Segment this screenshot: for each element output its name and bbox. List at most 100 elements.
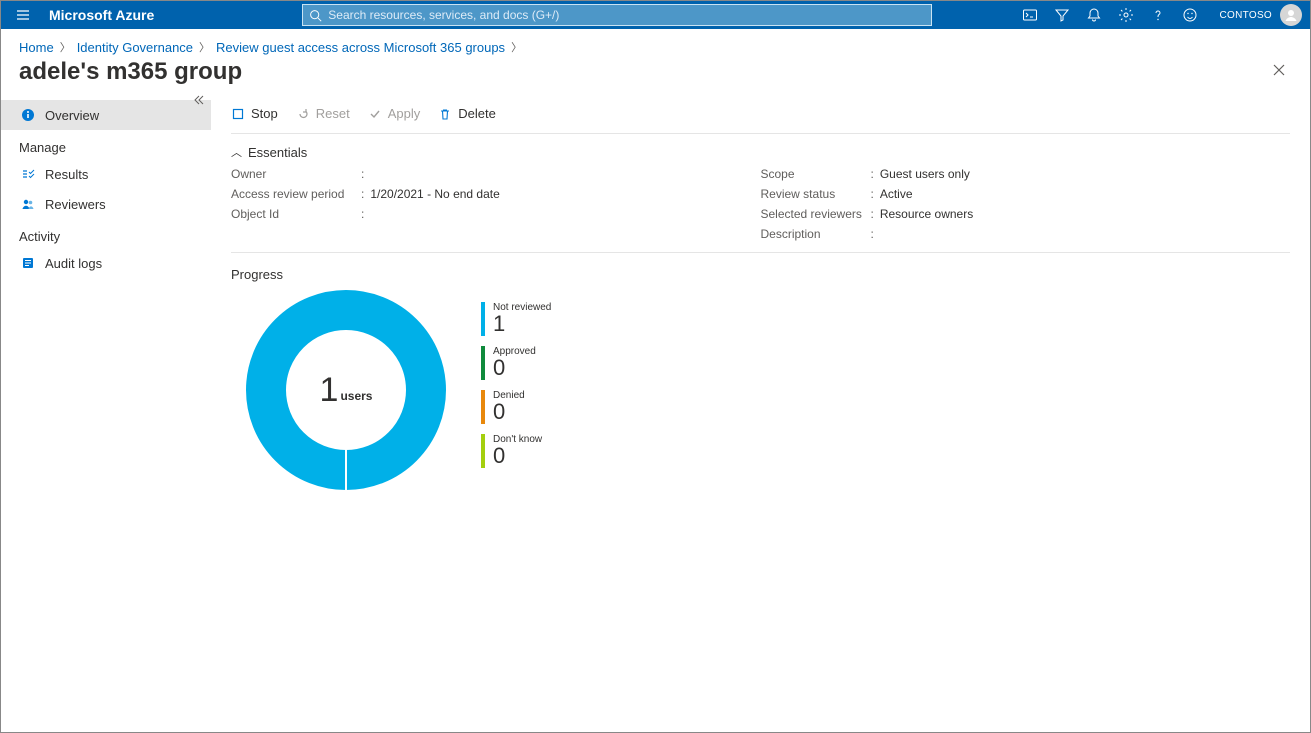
cloud-shell-button[interactable] (1014, 1, 1046, 29)
gear-icon (1118, 7, 1134, 23)
essentials-label: Essentials (248, 145, 307, 160)
essentials-panel: Owner : Access review period : 1/20/2021… (231, 164, 1290, 253)
field-value: Resource owners (880, 207, 973, 221)
sidebar-collapse-button[interactable] (193, 94, 205, 109)
breadcrumb-identity-governance[interactable]: Identity Governance (77, 40, 193, 55)
audit-logs-icon (19, 256, 37, 270)
blade-content: Stop Reset Apply Delete ︿ Essentials (211, 94, 1310, 729)
stop-button[interactable]: Stop (231, 106, 278, 121)
page-header: adele's m365 group (1, 57, 1310, 94)
sidebar-item-label: Overview (45, 108, 99, 123)
field-value: Guest users only (880, 167, 970, 181)
sidebar-heading-activity: Activity (1, 219, 211, 248)
field-label: Review status (761, 187, 871, 201)
essentials-owner: Owner : (231, 164, 761, 184)
info-icon (19, 108, 37, 122)
field-value: Active (880, 187, 913, 201)
chevron-up-icon: ︿ (231, 144, 242, 160)
stop-icon (231, 107, 245, 121)
button-label: Reset (316, 106, 350, 121)
donut-total: 1 (320, 371, 339, 410)
field-label: Object Id (231, 207, 361, 221)
essentials-description: Description : (761, 224, 1291, 244)
reset-icon (296, 107, 310, 121)
breadcrumb-home[interactable]: Home (19, 40, 54, 55)
sidebar-item-overview[interactable]: Overview (1, 100, 211, 130)
essentials-scope: Scope : Guest users only (761, 164, 1291, 184)
breadcrumb-review-guest-access[interactable]: Review guest access across Microsoft 365… (216, 40, 505, 55)
global-search[interactable]: Search resources, services, and docs (G+… (302, 4, 932, 26)
smiley-icon (1182, 7, 1198, 23)
account-avatar[interactable] (1280, 4, 1302, 26)
notifications-button[interactable] (1078, 1, 1110, 29)
menu-icon (15, 7, 31, 23)
directory-filter-button[interactable] (1046, 1, 1078, 29)
essentials-status: Review status : Active (761, 184, 1291, 204)
bell-icon (1086, 7, 1102, 23)
filter-icon (1054, 7, 1070, 23)
results-icon (19, 167, 37, 181)
feedback-button[interactable] (1174, 1, 1206, 29)
reviewers-icon (19, 197, 37, 211)
tenant-label[interactable]: CONTOSO (1206, 10, 1280, 21)
help-button[interactable] (1142, 1, 1174, 29)
page-title: adele's m365 group (19, 58, 242, 86)
legend-value: 0 (493, 401, 525, 423)
close-button[interactable] (1266, 57, 1292, 86)
legend-swatch (481, 346, 485, 380)
reset-button[interactable]: Reset (296, 106, 350, 121)
sidebar-item-label: Audit logs (45, 256, 102, 271)
legend-swatch (481, 302, 485, 336)
help-icon (1150, 7, 1166, 23)
delete-button[interactable]: Delete (438, 106, 496, 121)
legend-dont-know: Don't know 0 (481, 434, 551, 468)
legend-value: 0 (493, 357, 536, 379)
essentials-period: Access review period : 1/20/2021 - No en… (231, 184, 761, 204)
field-label: Scope (761, 167, 871, 181)
field-value: 1/20/2021 - No end date (370, 187, 499, 201)
sidebar-item-results[interactable]: Results (1, 159, 211, 189)
blade-sidebar: Overview Manage Results Reviewers Activi… (1, 94, 211, 729)
essentials-toggle[interactable]: ︿ Essentials (231, 134, 1290, 164)
sidebar-item-reviewers[interactable]: Reviewers (1, 189, 211, 219)
apply-button[interactable]: Apply (368, 106, 421, 121)
sidebar-item-label: Reviewers (45, 197, 106, 212)
field-label: Access review period (231, 187, 361, 201)
search-icon (309, 9, 322, 22)
chevron-left-double-icon (193, 94, 205, 106)
close-icon (1272, 63, 1286, 77)
chevron-right-icon: 〉 (199, 39, 210, 55)
check-icon (368, 107, 382, 121)
settings-button[interactable] (1110, 1, 1142, 29)
progress-title: Progress (231, 267, 1290, 282)
chevron-right-icon: 〉 (60, 39, 71, 55)
progress-panel: 1 users Not reviewed 1 Approved (231, 290, 1290, 490)
command-bar: Stop Reset Apply Delete (231, 94, 1290, 134)
person-icon (1283, 7, 1299, 23)
topbar: Microsoft Azure Search resources, servic… (1, 1, 1310, 29)
trash-icon (438, 107, 452, 121)
chevron-right-icon: 〉 (511, 39, 522, 55)
progress-legend: Not reviewed 1 Approved 0 Denied 0 (481, 302, 551, 478)
progress-donut-chart: 1 users (246, 290, 446, 490)
topbar-actions: CONTOSO (1014, 1, 1310, 29)
field-label: Owner (231, 167, 361, 181)
legend-value: 0 (493, 445, 542, 467)
button-label: Delete (458, 106, 496, 121)
legend-denied: Denied 0 (481, 390, 551, 424)
field-label: Selected reviewers (761, 207, 871, 221)
legend-approved: Approved 0 (481, 346, 551, 380)
essentials-reviewers: Selected reviewers : Resource owners (761, 204, 1291, 224)
donut-unit: users (340, 389, 372, 403)
essentials-objectid: Object Id : (231, 204, 761, 224)
search-placeholder: Search resources, services, and docs (G+… (328, 8, 559, 22)
sidebar-heading-manage: Manage (1, 130, 211, 159)
sidebar-item-audit-logs[interactable]: Audit logs (1, 248, 211, 278)
legend-swatch (481, 390, 485, 424)
brand-label[interactable]: Microsoft Azure (45, 1, 162, 29)
legend-value: 1 (493, 313, 551, 335)
button-label: Apply (388, 106, 421, 121)
hamburger-menu[interactable] (1, 1, 45, 29)
field-label: Description (761, 227, 871, 241)
button-label: Stop (251, 106, 278, 121)
